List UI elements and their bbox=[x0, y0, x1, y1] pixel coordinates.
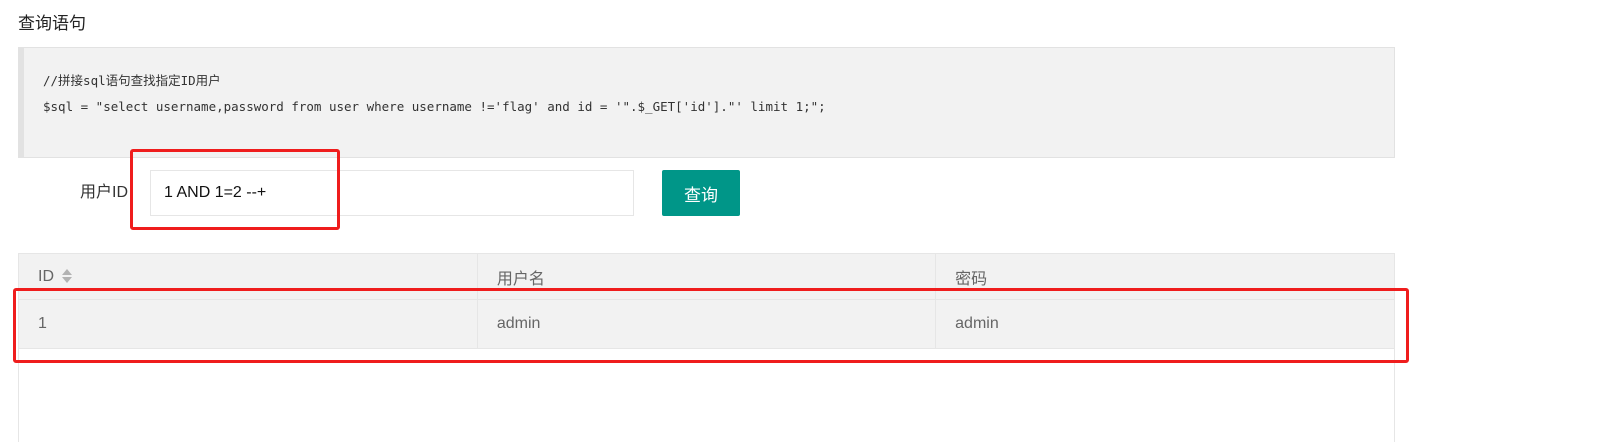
code-sql-line: $sql = "select username,password from us… bbox=[43, 99, 826, 114]
column-header-username: 用户名 bbox=[477, 254, 937, 300]
sort-icon[interactable] bbox=[62, 268, 72, 284]
result-table: ID 用户名 密码 1 admin admin bbox=[19, 254, 1394, 349]
section-title: 查询语句 bbox=[18, 14, 86, 33]
cell-id: 1 bbox=[19, 299, 478, 349]
page: 查询语句 //拼接sql语句查找指定ID用户 $sql = "select us… bbox=[0, 0, 1621, 442]
table-row: 1 admin admin bbox=[19, 299, 1394, 349]
cell-password: admin bbox=[935, 299, 1394, 349]
column-header-id-label: ID bbox=[38, 267, 54, 285]
table-header-row: ID 用户名 密码 bbox=[19, 254, 1394, 300]
result-table-container: ID 用户名 密码 1 admin admin bbox=[18, 253, 1395, 442]
user-id-input[interactable] bbox=[150, 170, 634, 216]
user-id-label: 用户ID bbox=[80, 184, 129, 201]
column-header-id[interactable]: ID bbox=[19, 254, 478, 300]
cell-username: admin bbox=[477, 299, 937, 349]
query-button[interactable]: 查询 bbox=[662, 170, 740, 216]
column-header-password: 密码 bbox=[935, 254, 1394, 300]
code-block: //拼接sql语句查找指定ID用户 $sql = "select usernam… bbox=[18, 47, 1395, 158]
code-comment-line: //拼接sql语句查找指定ID用户 bbox=[43, 73, 221, 88]
query-form: 用户ID 查询 bbox=[0, 170, 1621, 218]
